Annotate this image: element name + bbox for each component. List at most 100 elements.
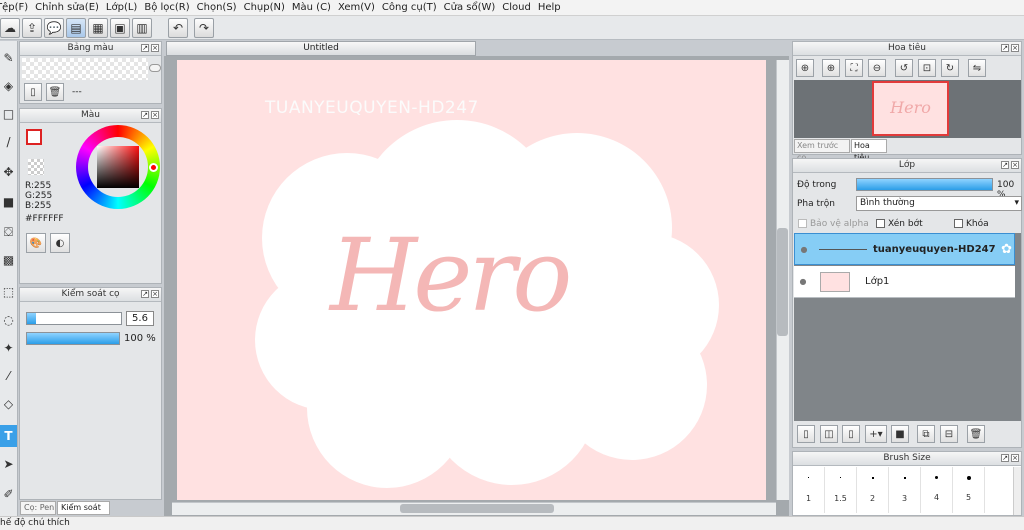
transparent-swatch[interactable]: [28, 159, 44, 175]
close-icon[interactable]: ×: [1011, 454, 1019, 462]
trash-icon[interactable]: 🗑: [46, 83, 64, 101]
new-palette-icon[interactable]: ▯: [24, 83, 42, 101]
menu-file[interactable]: Tệp(F): [0, 2, 35, 13]
brush-size-cell[interactable]: 1.5: [825, 467, 857, 513]
clipping-checkbox[interactable]: Xén bớt: [876, 219, 923, 229]
visibility-dot-icon[interactable]: ●: [794, 277, 812, 286]
speech-bubble-icon[interactable]: 💬: [44, 18, 64, 38]
zoom-in-icon[interactable]: ⊕: [796, 59, 814, 77]
close-icon[interactable]: ×: [151, 111, 159, 119]
palette-swatches[interactable]: [22, 58, 148, 80]
text-tool-icon[interactable]: T: [0, 425, 17, 447]
menu-help[interactable]: Help: [538, 2, 568, 13]
hue-marker[interactable]: [149, 163, 158, 172]
layer-row-base[interactable]: ● Lớp1: [794, 266, 1015, 298]
float-icon[interactable]: ↗: [1001, 44, 1009, 52]
eraser-tool-icon[interactable]: ◈: [0, 75, 17, 97]
grid-icon[interactable]: ▦: [88, 18, 108, 38]
menu-tools[interactable]: Công cụ(T): [382, 2, 444, 13]
brush-size-cell[interactable]: 3: [889, 467, 921, 513]
lock-checkbox[interactable]: Khóa: [954, 219, 989, 229]
layout-icon[interactable]: ▣: [110, 18, 130, 38]
select-eraser-icon[interactable]: ◇: [0, 393, 17, 415]
fill-rect-icon[interactable]: ■: [0, 191, 17, 213]
merge-layer-icon[interactable]: ⊟: [940, 425, 958, 443]
palette-scroll[interactable]: [149, 64, 161, 72]
menu-filter[interactable]: Bộ lọc(R): [144, 2, 196, 13]
new-raster-icon[interactable]: ◫: [820, 425, 838, 443]
horizontal-scroll-thumb[interactable]: [400, 504, 554, 513]
eyedropper-icon[interactable]: ✐: [0, 483, 17, 505]
menu-capture[interactable]: Chụp(N): [244, 2, 292, 13]
brush-size-cell[interactable]: 5: [953, 467, 985, 513]
cloud-icon[interactable]: ☁: [0, 18, 20, 38]
brush-size-cell[interactable]: 2: [857, 467, 889, 513]
add-layer-menu-icon[interactable]: +▾: [865, 425, 887, 443]
primary-color-swatch[interactable]: [26, 129, 42, 145]
move-tool-icon[interactable]: ✥: [0, 161, 17, 183]
brush-size-scrollbar[interactable]: [1013, 467, 1021, 515]
folder-icon[interactable]: ■: [891, 425, 909, 443]
tab-navigator[interactable]: Hoa tiêu: [851, 139, 887, 162]
brush-tool-icon[interactable]: /: [0, 131, 17, 153]
marquee-tool-icon[interactable]: ⬚: [0, 281, 17, 303]
menu-view[interactable]: Xem(V): [338, 2, 382, 13]
flip-icon[interactable]: ⇋: [968, 59, 986, 77]
redo-icon[interactable]: ↷: [194, 18, 214, 38]
brush-size-slider[interactable]: [26, 312, 122, 325]
menu-cloud[interactable]: Cloud: [502, 2, 538, 13]
color-settings-icon[interactable]: ◐: [50, 233, 70, 253]
menu-color[interactable]: Màu (C): [292, 2, 338, 13]
rotate-right-icon[interactable]: ↻: [941, 59, 959, 77]
menu-layer[interactable]: Lớp(L): [106, 2, 144, 13]
brush-size-cell[interactable]: 1: [793, 467, 825, 513]
brush-size-field[interactable]: 5.6: [126, 311, 154, 326]
float-icon[interactable]: ↗: [141, 290, 149, 298]
pen-tool-icon[interactable]: ✎: [0, 47, 17, 69]
select-pen-icon[interactable]: ⁄: [0, 365, 17, 387]
visibility-dot-icon[interactable]: ●: [795, 245, 813, 254]
copy-layer-icon[interactable]: ⧉: [917, 425, 935, 443]
menu-select[interactable]: Chọn(S): [197, 2, 244, 13]
fit-icon[interactable]: ⛶: [845, 59, 863, 77]
delete-layer-icon[interactable]: 🗑: [967, 425, 985, 443]
new-layer-icon[interactable]: ▯: [797, 425, 815, 443]
float-icon[interactable]: ↗: [1001, 161, 1009, 169]
close-icon[interactable]: ×: [1011, 161, 1019, 169]
zoom-in-step-icon[interactable]: ⊕: [822, 59, 840, 77]
float-icon[interactable]: ↗: [141, 44, 149, 52]
color-palette-icon[interactable]: 🎨: [26, 233, 46, 253]
layer-opacity-slider[interactable]: [856, 178, 993, 191]
reset-view-icon[interactable]: ⊡: [918, 59, 936, 77]
tab-brush-preview[interactable]: Xem trước cọ: [794, 139, 850, 162]
gradient-tool-icon[interactable]: ▩: [0, 249, 17, 271]
menu-edit[interactable]: Chỉnh sửa(E): [35, 2, 106, 13]
tab-brush-control[interactable]: Kiểm soát cọ: [57, 501, 110, 524]
vertical-scroll-thumb[interactable]: [777, 228, 788, 336]
new-half-icon[interactable]: ▯: [842, 425, 860, 443]
blend-mode-select[interactable]: Bình thường ▾: [856, 196, 1022, 211]
brush-size-cell[interactable]: 4: [921, 467, 953, 513]
navigator-thumbnail[interactable]: Hero: [872, 81, 949, 136]
close-icon[interactable]: ×: [1011, 44, 1019, 52]
magic-wand-icon[interactable]: ✦: [0, 337, 17, 359]
float-icon[interactable]: ↗: [141, 111, 149, 119]
rotate-left-icon[interactable]: ↺: [895, 59, 913, 77]
rect-select-icon[interactable]: □: [0, 103, 17, 125]
bucket-tool-icon[interactable]: ⛋: [0, 221, 17, 243]
lasso-tool-icon[interactable]: ◌: [0, 309, 17, 331]
gear-icon[interactable]: ✿: [1001, 242, 1012, 257]
close-icon[interactable]: ×: [151, 44, 159, 52]
saturation-square[interactable]: [97, 146, 139, 188]
tab-brush-pen[interactable]: Cọ: Pen: [20, 501, 56, 515]
alpha-protect-checkbox[interactable]: Bảo vệ alpha: [798, 219, 869, 229]
layer-row-text[interactable]: ● tuanyeuquyen-HD247 ✿: [794, 233, 1015, 265]
export-icon[interactable]: ⇪: [22, 18, 42, 38]
undo-icon[interactable]: ↶: [168, 18, 188, 38]
document-tab[interactable]: Untitled: [166, 41, 476, 56]
operation-tool-icon[interactable]: ➤: [0, 453, 17, 475]
close-icon[interactable]: ×: [151, 290, 159, 298]
snap-icon[interactable]: ▥: [132, 18, 152, 38]
zoom-out-icon[interactable]: ⊖: [868, 59, 886, 77]
float-icon[interactable]: ↗: [1001, 454, 1009, 462]
